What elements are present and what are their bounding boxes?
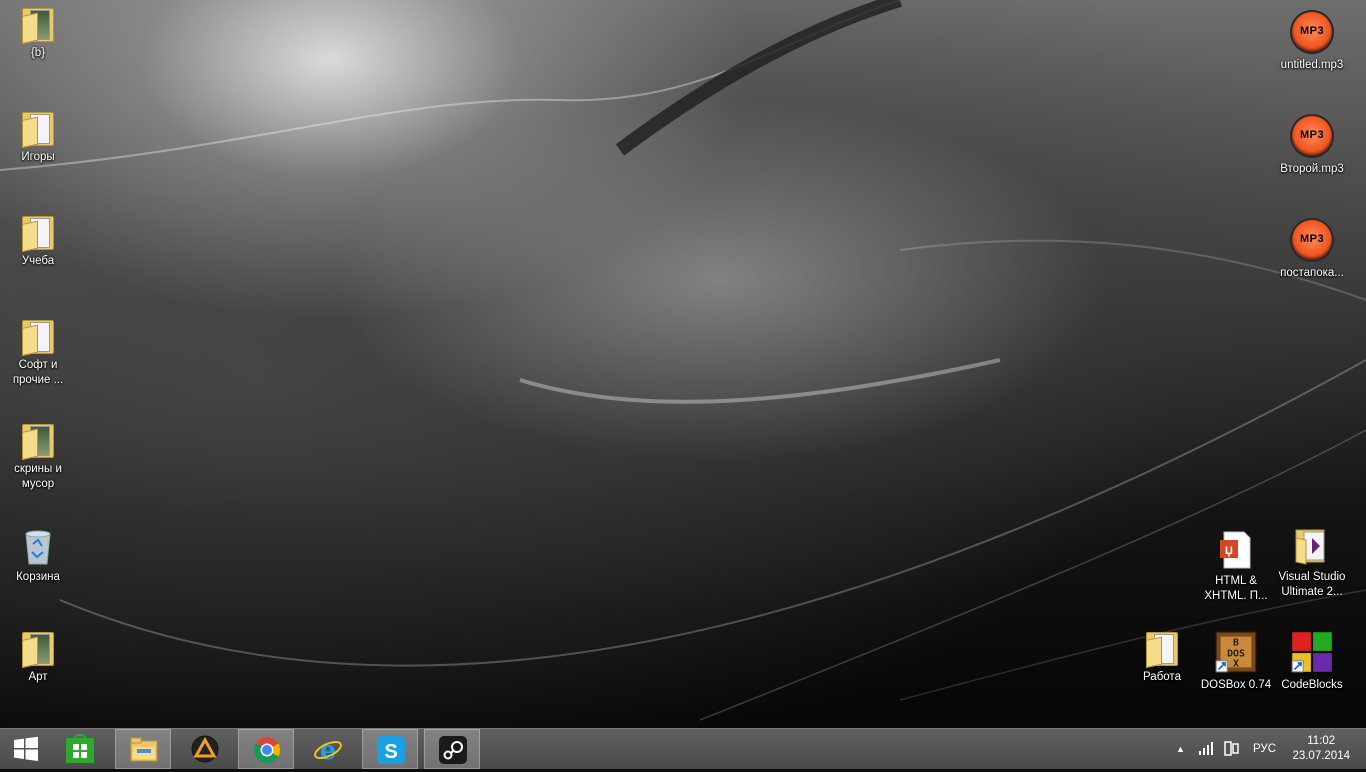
tray-show-hidden-icons[interactable]: ▲ [1176,729,1185,769]
file-explorer-icon [130,737,158,762]
taskbar-aimp-button[interactable] [177,729,233,769]
desktop-icon-label: Арт [28,671,48,683]
language-indicator: РУС [1253,743,1277,755]
svg-text:B: B [1233,637,1239,648]
desktop-icon-ucheba[interactable]: Учеба [0,214,76,269]
pdf-document-icon: Џ [1220,531,1251,569]
folder-icon [20,422,56,460]
taskbar-skype-button[interactable]: S [362,729,418,769]
windows-logo-icon [14,736,38,761]
mp3-file-icon: MP3 [1290,218,1334,262]
desktop-icon-label: HTML & XHTML. П... [1204,575,1268,602]
desktop-icon-label: CodeBlocks [1281,679,1343,691]
folder-icon [20,214,56,252]
folder-icon [20,630,56,668]
desktop-icon-soft[interactable]: Софт и прочие ... [0,318,76,388]
desktop-icon-recycle-bin[interactable]: Корзина [0,526,76,585]
desktop[interactable]: {b} Игоры Учеба Софт и прочие ... скрины… [0,0,1366,728]
folder-icon [20,318,56,356]
desktop-icon-label: untitled.mp3 [1280,59,1344,71]
desktop-icon-b[interactable]: {b} [0,6,76,61]
folder-icon [1144,630,1180,668]
desktop-icon-postapoka-mp3[interactable]: MP3 постапока... [1274,218,1350,281]
desktop-icon-label: Корзина [16,571,60,583]
clock-date: 23.07.2014 [1292,750,1350,762]
chevron-up-icon: ▲ [1176,744,1185,754]
desktop-icon-igory[interactable]: Игоры [0,110,76,165]
taskbar: e S ▲ РУС 11:02 23.07.2014 [0,728,1366,769]
desktop-icon-codeblocks[interactable]: CodeBlocks [1274,630,1350,693]
svg-text:e: e [320,736,337,764]
desktop-icon-skriny[interactable]: скрины и мусор [0,422,76,492]
desktop-icon-dosbox[interactable]: B DOS X DOSBox 0.74 [1198,630,1274,693]
taskbar-file-explorer-button[interactable] [115,729,171,769]
codeblocks-icon [1291,632,1332,673]
store-icon [66,734,94,763]
desktop-icon-label: Учеба [21,255,55,267]
taskbar-store-button[interactable] [52,729,108,769]
dosbox-icon: B DOS X [1215,631,1257,673]
folder-icon [20,110,56,148]
desktop-icon-visual-studio[interactable]: Visual Studio Ultimate 2... [1274,526,1350,600]
desktop-icon-rabota[interactable]: Работа [1124,630,1200,685]
aimp-icon [191,735,219,763]
desktop-icon-html-pdf[interactable]: Џ HTML & XHTML. П... [1198,530,1274,604]
folder-icon [20,6,56,44]
tray-clock[interactable]: 11:02 23.07.2014 [1292,734,1350,764]
taskbar-internet-explorer-button[interactable]: e [300,729,356,769]
visual-studio-folder-icon [1295,529,1325,565]
internet-explorer-icon: e [314,736,342,764]
desktop-icon-label: Второй.mp3 [1280,163,1344,175]
mp3-file-icon: MP3 [1290,10,1334,54]
desktop-icon-label: Работа [1143,671,1181,683]
desktop-icon-label: {b} [30,47,46,59]
svg-text:Џ: Џ [1225,545,1233,557]
power-plug-icon [1224,741,1239,756]
skype-icon: S [377,736,405,764]
desktop-icon-label: Софт и прочие ... [12,359,64,386]
clock-time: 11:02 [1307,735,1336,747]
taskbar-steam-button[interactable] [424,729,480,769]
wallpaper-swooshes [0,0,1366,721]
chrome-icon [253,737,281,764]
desktop-icon-art[interactable]: Арт [0,630,76,685]
desktop-icon-label: Игоры [21,151,55,163]
tray-power[interactable] [1222,729,1240,769]
mp3-file-icon: MP3 [1290,114,1334,158]
desktop-icon-label: постапока... [1280,267,1344,279]
tray-language[interactable]: РУС [1253,729,1276,769]
desktop-icon-untitled-mp3[interactable]: MP3 untitled.mp3 [1274,10,1350,73]
desktop-icon-label: Visual Studio Ultimate 2... [1278,571,1346,598]
svg-text:X: X [1233,658,1239,669]
recycle-bin-icon [25,530,51,565]
steam-icon [439,736,467,764]
desktop-icon-vtoroy-mp3[interactable]: MP3 Второй.mp3 [1274,114,1350,177]
desktop-icon-label: DOSBox 0.74 [1200,679,1272,691]
start-button[interactable] [0,729,50,769]
svg-text:S: S [384,741,397,763]
tray-network[interactable] [1198,729,1214,769]
taskbar-chrome-button[interactable] [238,729,294,769]
network-signal-icon [1199,742,1213,755]
desktop-icon-label: скрины и мусор [14,463,62,490]
